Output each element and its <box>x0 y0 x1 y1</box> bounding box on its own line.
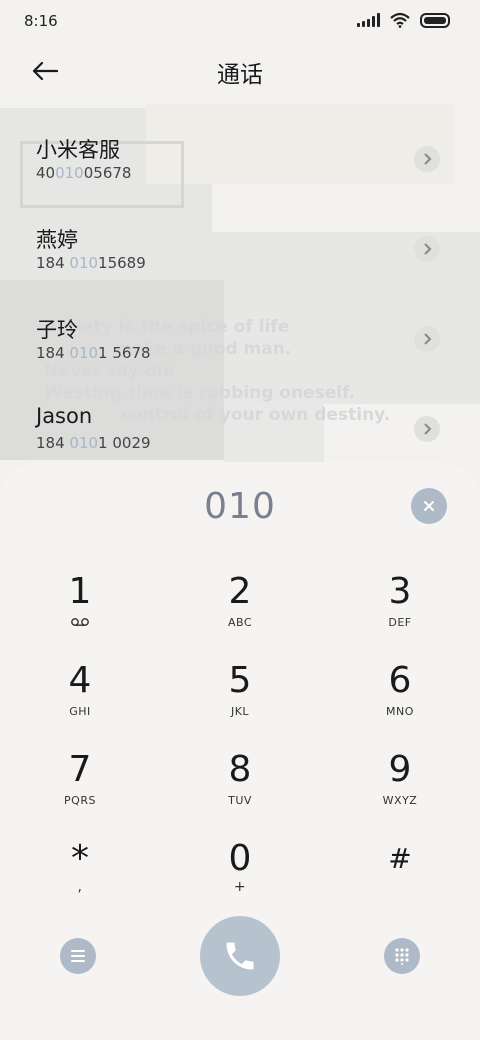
contact-detail-button[interactable] <box>414 236 440 262</box>
key-8[interactable]: 8 TUV <box>185 750 295 830</box>
key-4[interactable]: 4 GHI <box>25 661 135 741</box>
key-3[interactable]: 3 DEF <box>345 572 455 652</box>
clear-button[interactable] <box>411 488 447 524</box>
call-button[interactable] <box>200 916 280 996</box>
dial-input[interactable]: 010 <box>0 486 480 527</box>
contact-row[interactable]: 子玲 184 0101 5678 <box>0 286 480 366</box>
signal-icon <box>357 13 380 27</box>
wifi-icon <box>390 12 410 28</box>
contact-row[interactable]: 小米客服 4001005678 <box>0 106 480 186</box>
key-2[interactable]: 2 ABC <box>185 572 295 652</box>
contact-detail-button[interactable] <box>414 326 440 352</box>
status-time: 8:16 <box>24 12 58 30</box>
key-6[interactable]: 6 MNO <box>345 661 455 741</box>
contact-detail-button[interactable] <box>414 146 440 172</box>
key-5[interactable]: 5 JKL <box>185 661 295 741</box>
bottom-actions <box>0 912 480 1002</box>
contact-row[interactable]: 燕婷 184 01015689 <box>0 196 480 276</box>
dialpad-icon <box>395 948 409 965</box>
contact-number: 184 0101 5678 <box>36 344 151 362</box>
contact-name: 子玲 <box>36 318 78 342</box>
voicemail-icon <box>71 618 89 626</box>
close-icon <box>424 501 434 511</box>
keypad-toggle-button[interactable] <box>384 938 420 974</box>
status-icons <box>357 12 450 28</box>
key-7[interactable]: 7 PQRS <box>25 750 135 830</box>
contact-name: 小米客服 <box>36 138 120 162</box>
header: 通话 <box>0 40 480 100</box>
contact-detail-button[interactable] <box>414 416 440 442</box>
chevron-right-icon <box>424 243 432 255</box>
key-1[interactable]: 1 <box>25 572 135 652</box>
contact-name: Jason <box>36 404 93 428</box>
menu-button[interactable] <box>60 938 96 974</box>
contact-number: 4001005678 <box>36 164 132 182</box>
contact-number: 184 01015689 <box>36 254 146 272</box>
page-title: 通话 <box>217 62 263 88</box>
status-bar: 8:16 <box>0 0 480 40</box>
contact-row[interactable]: Jason 184 0101 0029 <box>0 376 480 456</box>
key-star[interactable]: *, <box>25 839 135 919</box>
phone-icon <box>226 942 254 970</box>
chevron-right-icon <box>424 423 432 435</box>
battery-icon <box>420 12 450 28</box>
contact-name: 燕婷 <box>36 228 78 252</box>
contact-number: 184 0101 0029 <box>36 434 151 452</box>
chevron-right-icon <box>424 333 432 345</box>
key-9[interactable]: 9 WXYZ <box>345 750 455 830</box>
key-0[interactable]: 0 + <box>185 839 295 919</box>
chevron-right-icon <box>424 153 432 165</box>
menu-icon <box>71 950 85 962</box>
key-hash[interactable]: # <box>345 839 455 919</box>
